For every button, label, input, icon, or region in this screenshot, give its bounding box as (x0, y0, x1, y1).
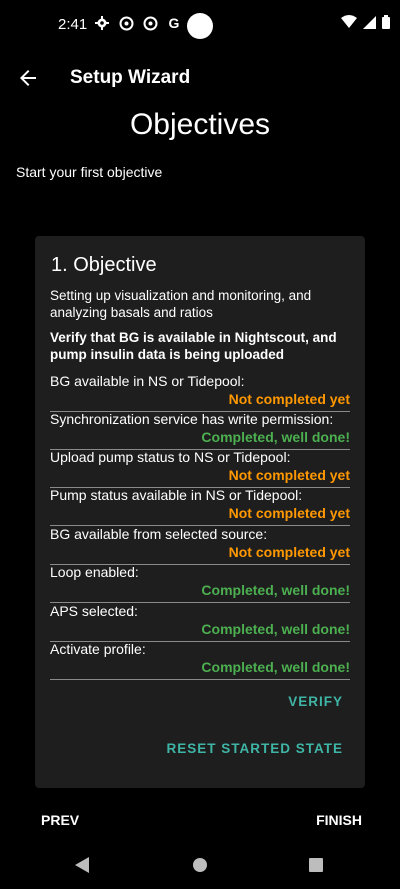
system-nav-bar (0, 845, 400, 889)
task-row: Pump status available in NS or Tidepool:… (50, 487, 350, 526)
task-row: Upload pump status to NS or Tidepool: No… (50, 449, 350, 488)
finish-button[interactable]: FINISH (316, 812, 362, 828)
objective-goal: Verify that BG is available in Nightscou… (50, 330, 337, 362)
task-status: Completed, well done! (201, 659, 350, 675)
task-row: BG available in NS or Tidepool: Not comp… (50, 373, 350, 412)
task-status: Completed, well done! (201, 621, 350, 637)
verify-button[interactable]: VERIFY (288, 694, 343, 709)
nav-recents-icon[interactable] (309, 858, 323, 872)
objective-card: 1. Objective Setting up visualization an… (35, 236, 365, 788)
settings-icon (94, 15, 110, 31)
task-label: APS selected: (50, 603, 138, 619)
camera-cutout (187, 13, 213, 39)
task-row: BG available from selected source: Not c… (50, 526, 350, 565)
task-row: APS selected: Completed, well done! (50, 603, 350, 642)
notification-icons: G (94, 15, 182, 31)
system-icons (341, 15, 390, 34)
status-time: 2:41 (58, 16, 88, 33)
page-title: Objectives (129, 108, 271, 141)
task-label: Pump status available in NS or Tidepool: (50, 487, 303, 503)
page-subtitle: Start your first objective (16, 164, 163, 180)
task-status: Not completed yet (228, 505, 350, 521)
battery-icon (382, 15, 390, 34)
back-arrow-icon[interactable] (16, 66, 40, 90)
app-title: Setup Wizard (70, 67, 191, 88)
task-label: Activate profile: (50, 641, 146, 657)
app-bar: Setup Wizard (0, 60, 400, 96)
task-status: Completed, well done! (201, 582, 350, 598)
wifi-icon (341, 15, 357, 34)
google-icon: G (168, 15, 180, 31)
task-status: Completed, well done! (201, 429, 350, 445)
app-icon (142, 15, 158, 31)
task-row: Synchronization service has write permis… (50, 411, 350, 450)
task-row: Loop enabled: Completed, well done! (50, 564, 350, 603)
reset-started-state-button[interactable]: RESET STARTED STATE (166, 741, 343, 756)
app-icon (118, 15, 134, 31)
task-status: Not completed yet (228, 544, 350, 560)
signal-icon (363, 15, 376, 34)
task-label: BG available in NS or Tidepool: (50, 373, 245, 389)
task-label: BG available from selected source: (50, 526, 268, 542)
status-bar: 2:41 G (0, 0, 400, 52)
task-label: Upload pump status to NS or Tidepool: (50, 449, 291, 465)
nav-home-icon[interactable] (193, 858, 207, 872)
task-label: Synchronization service has write permis… (50, 411, 334, 427)
objective-description: Setting up visualization and monitoring,… (50, 288, 312, 320)
prev-button[interactable]: PREV (41, 812, 79, 828)
objective-title: 1. Objective (51, 254, 157, 276)
task-status: Not completed yet (228, 467, 350, 483)
nav-back-icon[interactable] (75, 857, 89, 878)
task-row: Activate profile: Completed, well done! (50, 641, 350, 680)
task-label: Loop enabled: (50, 564, 139, 580)
task-status: Not completed yet (228, 391, 350, 407)
